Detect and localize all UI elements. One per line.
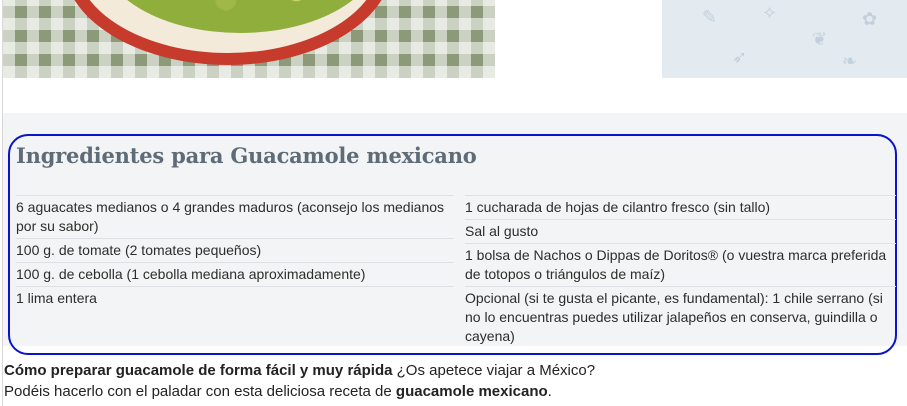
intro-heading-bold: Cómo preparar guacamole de forma fácil y… [4, 362, 393, 379]
utensil-icon: ✧ [762, 3, 778, 23]
guacamole-image [99, 0, 381, 33]
pepper-icon: ❧ [842, 51, 858, 71]
intro-question: ¿Os apetece viajar a México? [392, 362, 596, 379]
intro-paragraph: Cómo preparar guacamole de forma fácil y… [4, 360, 904, 402]
bowl-rim [75, 0, 381, 53]
fish-icon: ✿ [862, 9, 878, 29]
ingredients-list-left: 6 aguacates medianos o 4 grandes maduros… [16, 195, 454, 310]
knife-icon: ✎ [702, 7, 718, 27]
ingredient-item: 1 bolsa de Nachos o Dippas de Doritos® (… [465, 243, 896, 286]
intro-period: . [547, 383, 552, 400]
carrot-icon: ➶ [732, 47, 748, 67]
ingredients-title: Ingredientes para Guacamole mexicano [16, 143, 477, 168]
leaf-icon: ❦ [812, 29, 828, 49]
guacamole-photo [3, 0, 495, 78]
intro-keyword-bold: guacamole mexicano [395, 383, 548, 400]
ingredient-item: 6 aguacates medianos o 4 grandes maduros… [16, 195, 454, 238]
ingredients-list-right: 1 cucharada de hojas de cilantro fresco … [465, 195, 896, 348]
intro-text: Podéis hacerlo con el paladar con esta d… [4, 383, 396, 400]
intro-line-1: Cómo preparar guacamole de forma fácil y… [4, 360, 904, 381]
ingredient-item: Sal al gusto [465, 219, 896, 243]
intro-line-2: Podéis hacerlo con el paladar con esta d… [4, 381, 904, 402]
ingredient-item: 100 g. de tomate (2 tomates pequeños) [16, 238, 454, 262]
ingredient-item: 1 lima entera [16, 286, 454, 310]
ingredient-item: 100 g. de cebolla (1 cebolla mediana apr… [16, 262, 454, 286]
food-pattern-image: ✎ ✧ ❦ ✿ ➶ ❧ [662, 0, 907, 78]
bowl-image [63, 0, 393, 65]
ingredient-item: 1 cucharada de hojas de cilantro fresco … [465, 195, 896, 219]
ingredient-item: Opcional (si te gusta el picante, es fun… [465, 286, 896, 348]
